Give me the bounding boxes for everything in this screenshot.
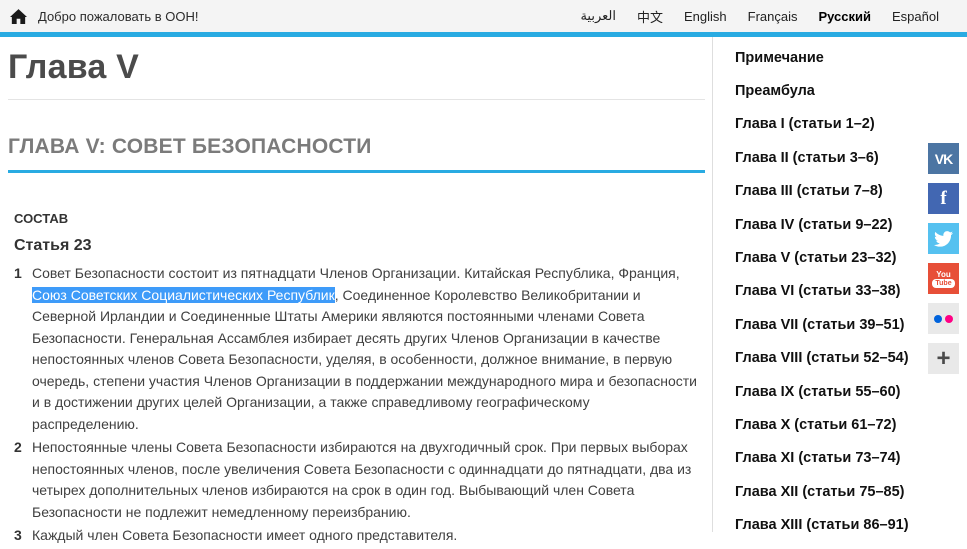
paragraph-number: 1 (14, 265, 22, 281)
text-run: Совет Безопасности состоит из пятнадцати… (32, 265, 680, 281)
article-paragraph-3: 3 Каждый член Совета Безопасности имеет о… (14, 525, 712, 547)
sidebar-item-13[interactable]: Глава XII (статьи 75–85) (713, 475, 967, 508)
lang-link-2[interactable]: English (684, 9, 727, 24)
lang-link-0[interactable]: العربية (580, 8, 616, 24)
twitter-icon[interactable] (928, 223, 959, 254)
paragraph-text: Каждый член Совета Безопасности имеет од… (32, 525, 700, 547)
vk-icon[interactable]: VK (928, 143, 959, 174)
sidebar-item-10[interactable]: Глава IX (статьи 55–60) (713, 375, 967, 408)
topbar-welcome-group: Добро пожаловать в ООН! (0, 9, 199, 24)
sidebar-item-14[interactable]: Глава XIII (статьи 86–91) (713, 508, 967, 541)
facebook-icon[interactable]: f (928, 183, 959, 214)
lang-link-1[interactable]: 中文 (637, 7, 663, 26)
text-run: Непостоянные члены Совета Безопасности и… (32, 439, 692, 520)
paragraph-number: 3 (14, 527, 22, 543)
sidebar-item-0[interactable]: Примечание (713, 41, 967, 74)
home-icon[interactable] (10, 8, 27, 24)
sidebar-item-12[interactable]: Глава XI (статьи 73–74) (713, 442, 967, 475)
text-run: , Соединенное Королевство Великобритании… (32, 286, 697, 432)
paragraph-text: Непостоянные члены Совета Безопасности и… (32, 437, 700, 523)
flickr-icon[interactable] (928, 303, 959, 334)
share-plus-icon[interactable]: + (928, 343, 959, 374)
article-paragraph-2: 2 Непостоянные члены Совета Безопасности … (14, 437, 712, 523)
selected-text: Союз Советских Социалистических Республи… (32, 286, 335, 303)
social-share-bar: VK f You Tube + (928, 143, 959, 374)
paragraph-number: 2 (14, 439, 22, 455)
article-paragraph-1: 1 Совет Безопасности состоит из пятнадцат… (14, 263, 712, 435)
flickr-dots (934, 314, 953, 323)
topbar: Добро пожаловать в ООН! العربية 中文 English… (0, 0, 967, 32)
paragraph-text: Совет Безопасности состоит из пятнадцати… (32, 263, 700, 435)
page-title: Глава V (8, 48, 139, 86)
sidebar-item-1[interactable]: Преамбула (713, 74, 967, 107)
horizontal-rule (8, 99, 705, 100)
section-heading: ГЛАВА V: СОВЕТ БЕЗОПАСНОСТИ (8, 135, 705, 173)
lang-link-4[interactable]: Русский (818, 9, 871, 24)
youtube-label-top: You (936, 269, 951, 279)
welcome-message: Добро пожаловать в ООН! (38, 8, 199, 24)
text-run: Каждый член Совета Безопасности имеет од… (32, 527, 458, 543)
youtube-icon[interactable]: You Tube (928, 263, 959, 294)
main-content: Глава V ГЛАВА V: СОВЕТ БЕЗОПАСНОСТИ СОСТ… (0, 37, 712, 549)
language-switcher: العربية 中文 English Français Русский Español (580, 7, 967, 26)
subsection-heading: СОСТАВ (14, 211, 69, 226)
article-paragraph-list: 1 Совет Безопасности состоит из пятнадцат… (14, 263, 712, 547)
youtube-label-bottom: Tube (932, 278, 955, 288)
lang-link-3[interactable]: Français (748, 9, 798, 24)
article-title: Статья 23 (14, 237, 92, 254)
accent-divider (0, 32, 967, 37)
lang-link-5[interactable]: Español (892, 9, 939, 24)
sidebar-item-2[interactable]: Глава I (статьи 1–2) (713, 108, 967, 141)
sidebar-item-11[interactable]: Глава X (статьи 61–72) (713, 408, 967, 441)
